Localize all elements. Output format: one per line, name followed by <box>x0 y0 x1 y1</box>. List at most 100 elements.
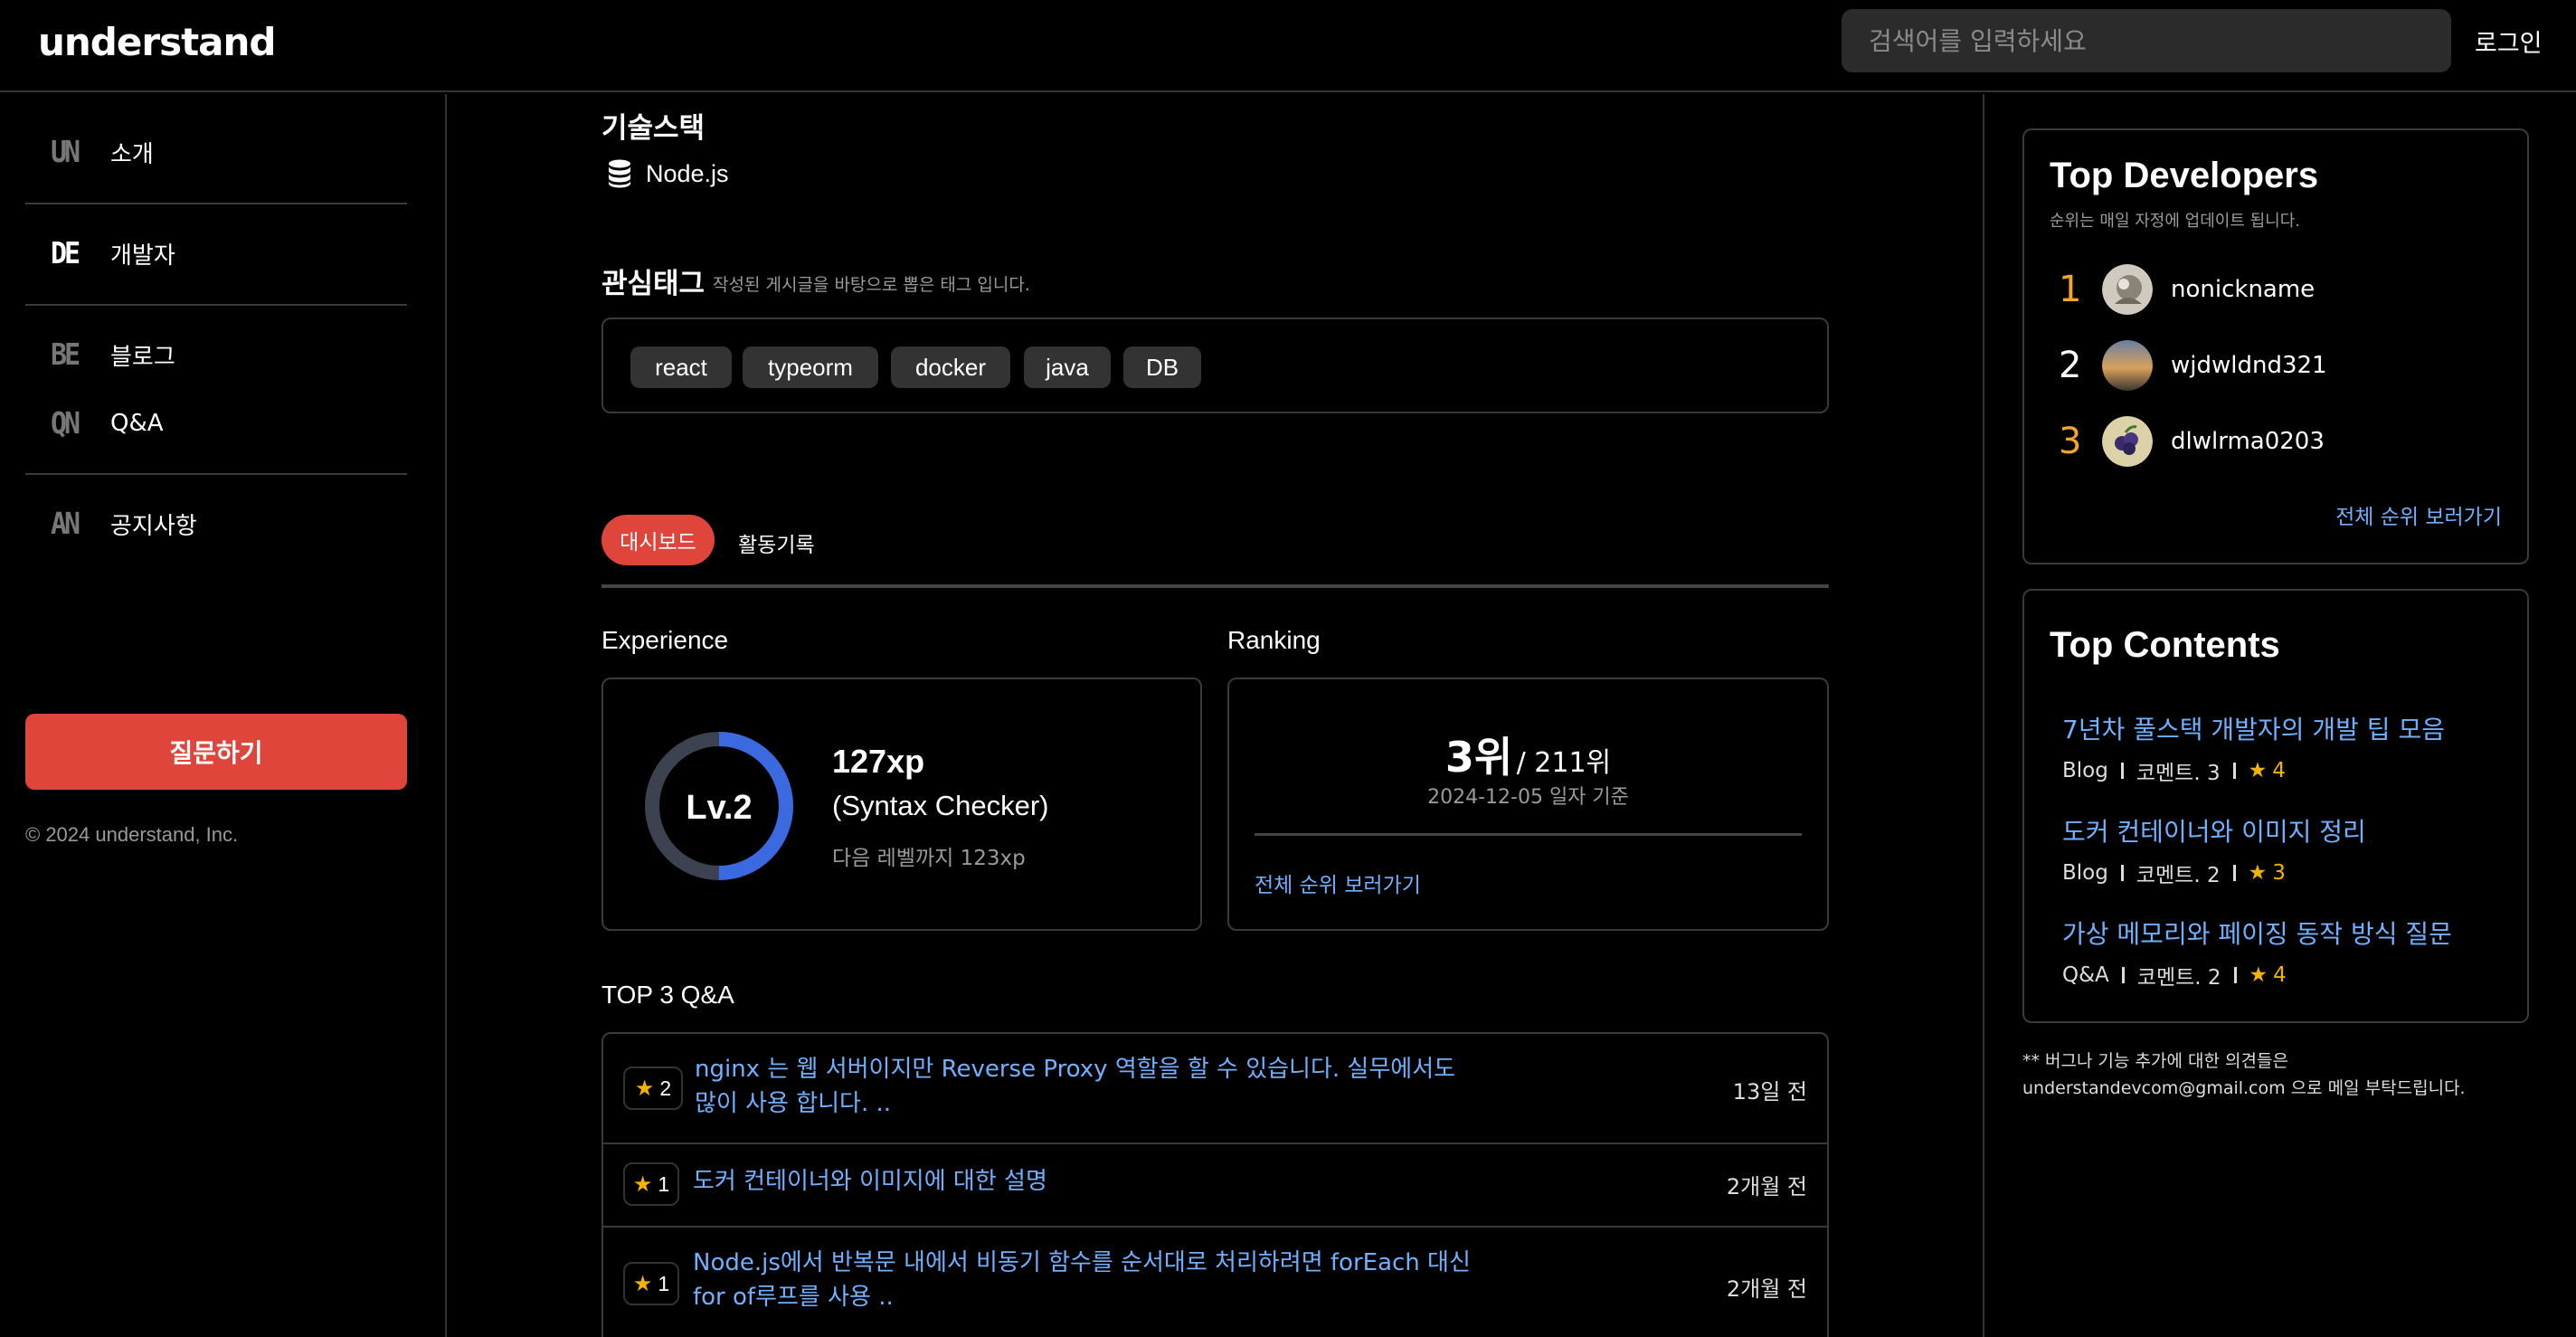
rank-date: 2024-12-05 일자 기준 <box>1427 786 1629 809</box>
stack-item-label: Node.js <box>646 159 729 187</box>
sidebar-item-label: 블로그 <box>110 343 175 371</box>
copyright: © 2024 understand, Inc. <box>25 823 239 846</box>
developer-item[interactable]: 3 dlwlrma0203 <box>2059 412 2325 470</box>
database-icon <box>609 159 630 188</box>
content-item[interactable]: 도커 컨테이너와 이미지 정리 Blog 코멘트. 2 ★ 3 <box>2062 812 2366 888</box>
content-category: Blog <box>2062 759 2108 782</box>
qa-item[interactable]: ★ 1 Node.js에서 반복문 내에서 비동기 함수를 순서대로 처리하려면 … <box>603 1228 1827 1337</box>
sidebar-item-intro[interactable]: UN 소개 <box>51 134 154 170</box>
sidebar-item-label: 소개 <box>110 140 154 168</box>
separator <box>2120 763 2124 779</box>
developer-name: dlwlrma0203 <box>2171 428 2325 455</box>
separator <box>2233 967 2237 983</box>
star-icon: ★ <box>2248 759 2268 782</box>
sidebar-item-notice[interactable]: AN 공지사항 <box>51 506 197 542</box>
separator <box>2232 865 2236 881</box>
full-ranking-link[interactable]: 전체 순위 보러가기 <box>1255 868 1421 898</box>
right-sidebar-divider <box>1983 94 1984 1337</box>
star-count: 2 <box>659 1076 672 1100</box>
developer-rank: 3 <box>2059 421 2082 462</box>
feedback-note: ** 버그나 기능 추가에 대한 의견들은 understandevcom@gm… <box>2022 1048 2466 1102</box>
content-meta: Q&A 코멘트. 2 ★ 4 <box>2062 960 2452 991</box>
notice-icon: AN <box>51 506 80 542</box>
star-icon: ★ <box>632 1171 653 1197</box>
content-meta: Blog 코멘트. 2 ★ 3 <box>2062 858 2366 888</box>
divider <box>1255 833 1802 836</box>
star-icon: ★ <box>2249 963 2268 987</box>
sidebar-item-developers[interactable]: DE 개발자 <box>51 235 175 271</box>
avatar <box>2102 264 2153 315</box>
content-item[interactable]: 가상 메모리와 페이징 동작 방식 질문 Q&A 코멘트. 2 ★ 4 <box>2062 915 2452 991</box>
developer-item[interactable]: 1 nonickname <box>2059 261 2315 318</box>
star-count: 1 <box>658 1171 670 1196</box>
content-comments: 코멘트. 3 <box>2136 762 2221 785</box>
content-item[interactable]: 7년차 풀스택 개발자의 개발 팁 모음 Blog 코멘트. 3 ★ 4 <box>2062 710 2445 786</box>
tags-box: react typeorm docker java DB <box>601 318 1829 413</box>
content-comments: 코멘트. 2 <box>2136 966 2221 990</box>
top-contents-panel: Top Contents 7년차 풀스택 개발자의 개발 팁 모음 Blog 코멘… <box>2022 589 2529 1023</box>
ranking-card: 3위 / 211위 2024-12-05 일자 기준 전체 순위 보러가기 <box>1227 678 1829 931</box>
level-name: (Syntax Checker) <box>832 790 1049 821</box>
developer-rank: 1 <box>2059 269 2082 310</box>
star-count: 1 <box>658 1271 670 1295</box>
content-title[interactable]: 도커 컨테이너와 이미지 정리 <box>2062 812 2366 849</box>
content-comments: 코멘트. 2 <box>2136 864 2221 887</box>
login-link[interactable]: 로그인 <box>2475 24 2543 59</box>
developer-rank: 2 <box>2059 345 2082 386</box>
content-stars: 4 <box>2272 759 2286 782</box>
rank-value: 3위 <box>1444 733 1513 782</box>
tag-chip[interactable]: docker <box>891 346 1010 388</box>
qa-item-time: 2개월 전 <box>1726 1276 1807 1302</box>
content-category: Q&A <box>2062 963 2109 987</box>
qa-item-time: 2개월 전 <box>1726 1174 1807 1200</box>
ranking-title: Ranking <box>1227 626 1321 654</box>
qa-item-text[interactable]: 도커 컨테이너와 이미지에 대한 설명 <box>693 1164 1471 1199</box>
top-contents-title: Top Contents <box>2050 625 2280 665</box>
qa-item-text[interactable]: nginx 는 웹 서버이지만 Reverse Proxy 역할을 할 수 있습… <box>695 1052 1473 1121</box>
sidebar-item-qna[interactable]: QN Q&A <box>51 405 164 441</box>
header: understand 로그인 <box>0 0 2576 92</box>
content-title[interactable]: 가상 메모리와 페이징 동작 방식 질문 <box>2062 915 2452 951</box>
tab-dashboard[interactable]: 대시보드 <box>601 515 715 565</box>
qa-item[interactable]: ★ 1 도커 컨테이너와 이미지에 대한 설명 2개월 전 <box>603 1144 1827 1226</box>
content-stars: 3 <box>2272 861 2286 885</box>
full-ranking-link[interactable]: 전체 순위 보러가기 <box>2335 499 2502 530</box>
star-icon: ★ <box>632 1271 653 1296</box>
developer-name: wjdwldnd321 <box>2171 352 2327 379</box>
content-title[interactable]: 7년차 풀스택 개발자의 개발 팁 모음 <box>2062 710 2445 746</box>
tab-activity[interactable]: 활동기록 <box>738 527 815 558</box>
separator <box>2120 865 2124 881</box>
stack-item: Node.js <box>608 159 729 188</box>
qa-item-text[interactable]: Node.js에서 반복문 내에서 비동기 함수를 순서대로 처리하려면 for… <box>693 1246 1471 1314</box>
tag-chip[interactable]: typeorm <box>743 346 878 388</box>
feedback-line: ** 버그나 기능 추가에 대한 의견들은 <box>2022 1051 2288 1071</box>
avatar <box>2102 340 2153 391</box>
rank-line: 3위 / 211위 <box>1229 725 1827 784</box>
top-qa-title: TOP 3 Q&A <box>601 981 734 1009</box>
experience-card: Lv.2 127xp (Syntax Checker) 다음 레벨까지 123x… <box>601 678 1202 931</box>
content-category: Blog <box>2062 861 2108 885</box>
tag-chip[interactable]: react <box>630 346 732 388</box>
top-qa-list: ★ 2 nginx 는 웹 서버이지만 Reverse Proxy 역할을 할 수… <box>601 1032 1829 1337</box>
top-developers-subtitle: 순위는 매일 자정에 업데이트 됩니다. <box>2050 212 2301 231</box>
tab-underline <box>601 584 1829 588</box>
divider <box>25 203 407 204</box>
star-badge: ★ 1 <box>623 1162 679 1206</box>
avatar <box>2102 416 2153 467</box>
tag-chip[interactable]: java <box>1024 346 1111 388</box>
tag-chip[interactable]: DB <box>1123 346 1201 388</box>
experience-title: Experience <box>601 626 729 654</box>
top-developers-title: Top Developers <box>2050 156 2319 195</box>
qa-item[interactable]: ★ 2 nginx 는 웹 서버이지만 Reverse Proxy 역할을 할 수… <box>603 1034 1827 1143</box>
sidebar-item-blog[interactable]: BE 블로그 <box>51 337 175 373</box>
search-input[interactable] <box>1842 9 2451 72</box>
divider <box>25 304 407 306</box>
divider <box>25 473 407 475</box>
next-level-xp: 다음 레벨까지 123xp <box>832 847 1026 870</box>
ask-question-button[interactable]: 질문하기 <box>25 714 407 790</box>
level-label: Lv.2 <box>686 789 752 827</box>
sidebar-item-label: 개발자 <box>110 242 175 270</box>
star-badge: ★ 1 <box>623 1262 679 1305</box>
logo[interactable]: understand <box>38 20 276 64</box>
developer-item[interactable]: 2 wjdwldnd321 <box>2059 337 2327 394</box>
